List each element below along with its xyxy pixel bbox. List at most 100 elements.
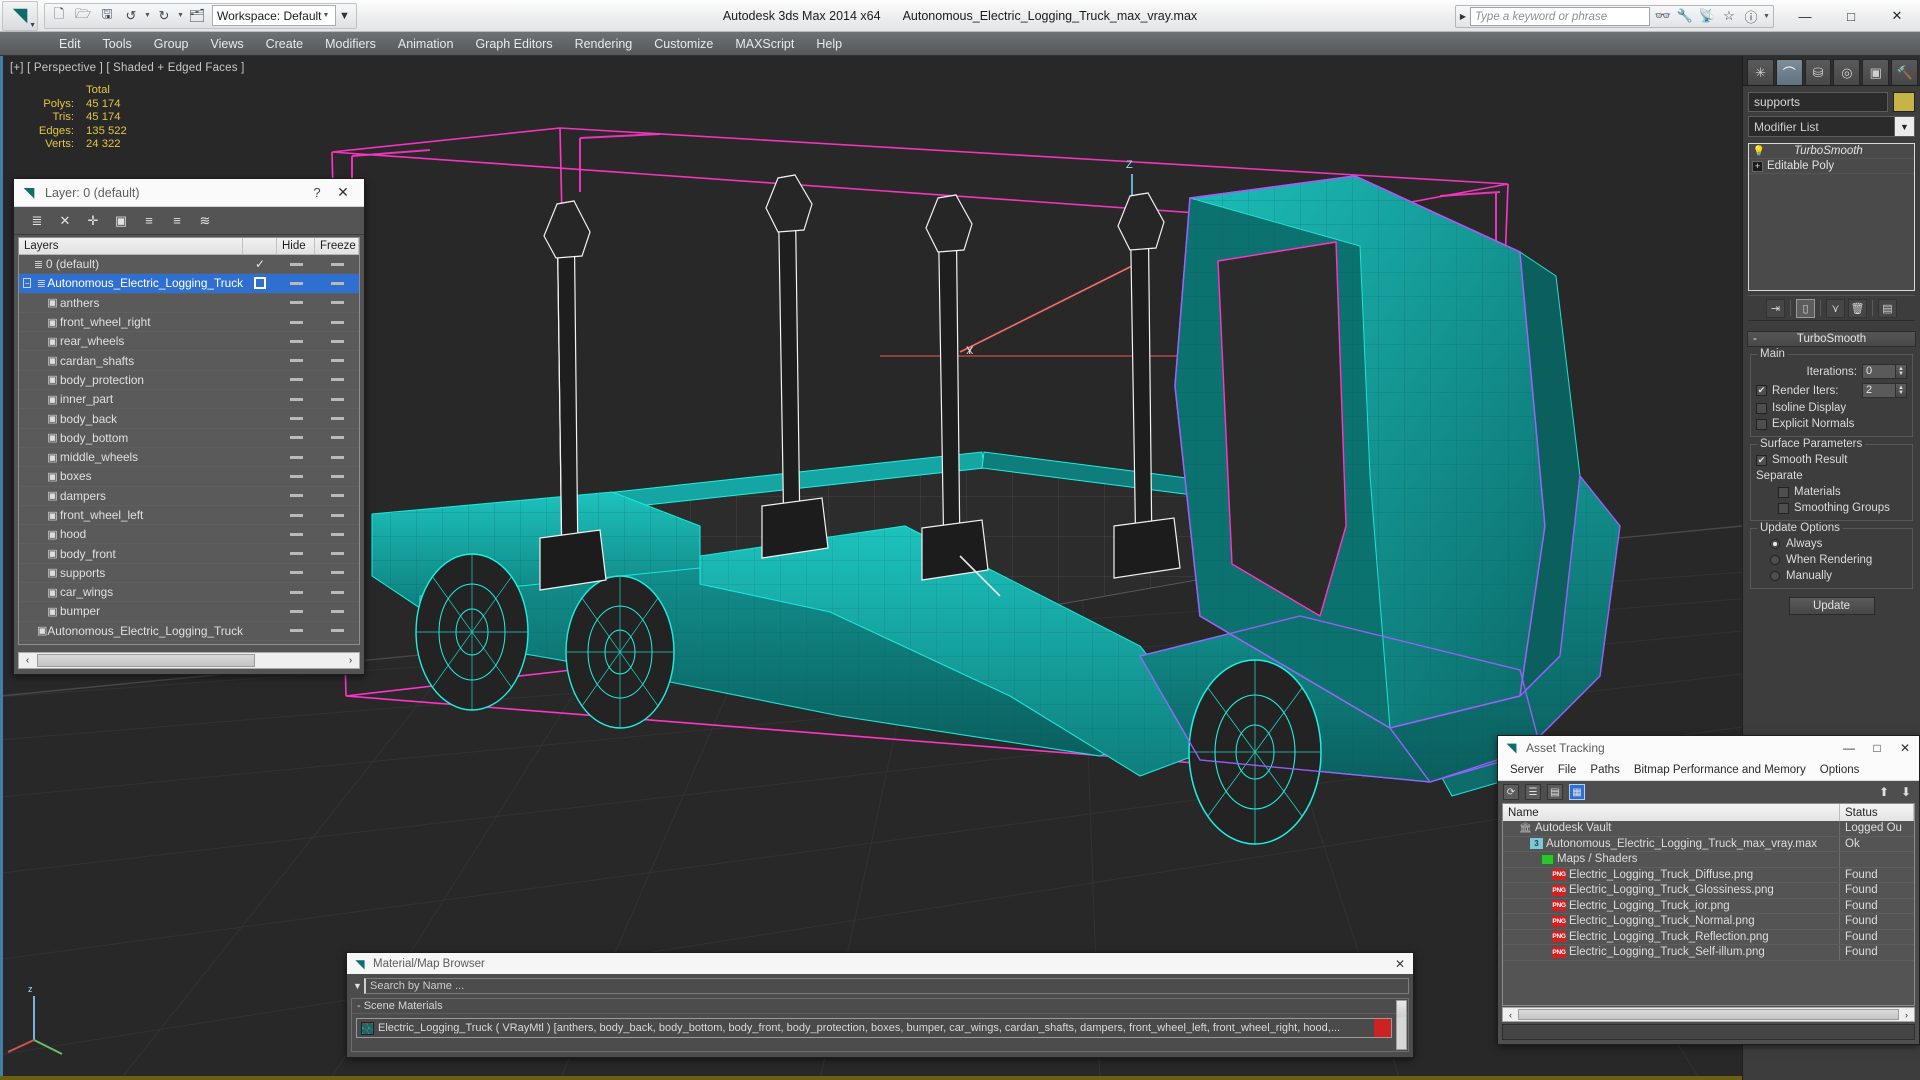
freeze-cell[interactable] (315, 397, 359, 401)
hide-cell[interactable] (277, 571, 315, 575)
modifier-stack[interactable]: 💡 TurboSmooth + Editable Poly (1748, 143, 1915, 291)
open-file-icon[interactable]: 🗁 (71, 5, 95, 27)
search-expand-icon[interactable]: ▶ (1456, 12, 1470, 21)
layer-row[interactable]: ▣ body_back (19, 409, 359, 429)
freeze-cell[interactable] (315, 474, 359, 478)
freeze-cell[interactable] (315, 301, 359, 305)
check-out-icon[interactable]: ⬇ (1898, 784, 1914, 800)
spinner-value[interactable]: 0 (1862, 364, 1896, 379)
hide-cell[interactable] (277, 417, 315, 421)
freeze-cell[interactable] (315, 378, 359, 382)
filter-icon[interactable]: ▼ (351, 981, 364, 991)
workspace-selector[interactable]: Workspace: Default ▼ (212, 5, 336, 26)
asset-row[interactable]: 🏛 Autodesk Vault Logged Ou (1503, 821, 1914, 837)
hide-cell[interactable] (277, 629, 315, 633)
spinner[interactable]: 2 ▲ ▼ (1862, 383, 1907, 398)
layer-row[interactable]: ▣ anthers (19, 294, 359, 313)
menu-item-edit[interactable]: Edit (48, 34, 92, 54)
binoculars-icon[interactable]: 👓 (1652, 6, 1674, 27)
freeze-cell[interactable] (315, 590, 359, 594)
asset-row[interactable]: PNG Electric_Logging_Truck_Reflection.png… (1503, 929, 1914, 945)
layer-row[interactable]: ≣ 0 (default) ✓ (19, 255, 359, 275)
layer-row[interactable]: ▣ boxes (19, 467, 359, 487)
remove-modifier-icon[interactable]: 🗑 (1848, 298, 1867, 318)
hide-cell[interactable] (277, 397, 315, 401)
asset-row[interactable]: PNG Electric_Logging_Truck_Glossiness.png… (1503, 883, 1914, 899)
motion-tab[interactable]: ◎ (1833, 59, 1861, 85)
menu-item-views[interactable]: Views (199, 34, 254, 54)
menu-item-help[interactable]: Help (805, 34, 853, 54)
object-color-swatch[interactable] (1893, 92, 1915, 112)
layer-row[interactable]: ▣ inner_part (19, 390, 359, 410)
hierarchy-tab[interactable]: ⛁ (1804, 59, 1832, 85)
spinner-value[interactable]: 2 (1862, 383, 1896, 398)
asset-row[interactable]: PNG Electric_Logging_Truck_Normal.png Foun… (1503, 914, 1914, 930)
freeze-cell[interactable] (315, 571, 359, 575)
freeze-cell[interactable] (315, 552, 359, 556)
asset-row[interactable]: PNG Electric_Logging_Truck_Diffuse.png Fou… (1503, 867, 1914, 883)
pin-stack-icon[interactable]: ⇥ (1766, 298, 1785, 318)
project-folder-icon[interactable]: 🗂 (185, 5, 209, 27)
layer-row[interactable]: − ≣ Autonomous_Electric_Logging_Truck (19, 274, 359, 294)
current-layer-box-icon[interactable] (254, 277, 266, 290)
asset-row[interactable]: Maps / Shaders (1503, 852, 1914, 868)
menu-item-customize[interactable]: Customize (643, 34, 724, 54)
update-button[interactable]: Update (1788, 597, 1875, 615)
save-file-icon[interactable]: 🖫 (95, 5, 119, 27)
plus-expander-icon[interactable]: + (1752, 160, 1763, 172)
detail-view-icon[interactable]: ▤ (1547, 784, 1563, 800)
at-menu-file[interactable]: File (1551, 764, 1584, 776)
freeze-cell[interactable] (315, 455, 359, 459)
spinner-arrows[interactable]: ▲ ▼ (1896, 364, 1907, 379)
scrollbar-thumb[interactable] (37, 654, 255, 667)
viewport-label[interactable]: [+] [ Perspective ] [ Shaded + Edged Fac… (10, 62, 244, 74)
hide-cell[interactable] (277, 359, 315, 363)
freeze-cell[interactable] (315, 629, 359, 633)
layer-row[interactable]: ▣ body_bottom (19, 429, 359, 448)
layer-row[interactable]: ▣ rear_wheels (19, 332, 359, 352)
minimize-button[interactable]: — (1782, 0, 1828, 32)
maximize-button[interactable]: □ (1828, 0, 1874, 32)
scene-materials-group-header[interactable]: - Scene Materials (352, 999, 1408, 1014)
scrollbar-thumb[interactable] (1397, 1001, 1406, 1017)
asset-row[interactable]: PNG Electric_Logging_Truck_Self-illum.png… (1503, 945, 1914, 961)
hide-cell[interactable] (277, 532, 315, 536)
hide-cell[interactable] (277, 494, 315, 498)
menu-item-animation[interactable]: Animation (387, 34, 465, 54)
delete-highlighted-layer-icon[interactable]: ✕ (56, 212, 74, 230)
chevron-down-icon[interactable]: ▼ (1894, 117, 1914, 136)
close-icon[interactable]: ✕ (1387, 957, 1413, 971)
layer-list-hscrollbar[interactable]: ‹ › (18, 652, 360, 669)
layer-row[interactable]: ▣ body_protection (19, 371, 359, 391)
new-file-icon[interactable]: 🗋 (47, 5, 71, 27)
at-menu-paths[interactable]: Paths (1583, 764, 1626, 776)
at-menu-bitmap-performance-and-memory[interactable]: Bitmap Performance and Memory (1627, 764, 1813, 776)
hide-cell[interactable] (277, 339, 315, 343)
current-layer-cell[interactable]: ✓ (243, 257, 277, 271)
at-menu-options[interactable]: Options (1813, 764, 1867, 776)
hide-cell[interactable] (277, 513, 315, 517)
list-view-icon[interactable]: ☰ (1525, 784, 1541, 800)
modifier-list-dropdown[interactable]: Modifier List ▼ (1748, 116, 1915, 137)
select-highlighted-layer-icon[interactable]: ≡ (140, 212, 158, 230)
close-icon[interactable]: ✕ (328, 184, 358, 201)
layer-row[interactable]: ▣ front_wheel_right (19, 313, 359, 333)
hide-cell[interactable] (277, 378, 315, 382)
at-menu-server[interactable]: Server (1503, 764, 1551, 776)
freeze-cell[interactable] (315, 262, 359, 266)
lightbulb-icon[interactable]: 💡 (1752, 146, 1766, 157)
maximize-button[interactable]: □ (1863, 736, 1891, 760)
redo-dropdown-icon[interactable]: ▼ (176, 12, 185, 19)
freeze-cell[interactable] (315, 339, 359, 343)
freeze-cell[interactable] (315, 532, 359, 536)
freeze-cell[interactable] (315, 436, 359, 440)
checkbox[interactable] (1778, 502, 1789, 514)
hide-cell[interactable] (277, 455, 315, 459)
freeze-cell[interactable] (315, 513, 359, 517)
modify-tab[interactable]: ⌒ (1775, 59, 1803, 85)
help-icon[interactable]: ⓘ (1740, 6, 1762, 27)
scroll-left-icon[interactable]: ‹ (1503, 1010, 1518, 1020)
asset-tracking-grid[interactable]: Name Status 🏛 Autodesk Vault Logged Ou 3 Aut… (1502, 803, 1915, 1006)
freeze-cell[interactable] (315, 359, 359, 363)
search-input[interactable]: Type a keyword or phrase (1470, 6, 1650, 26)
